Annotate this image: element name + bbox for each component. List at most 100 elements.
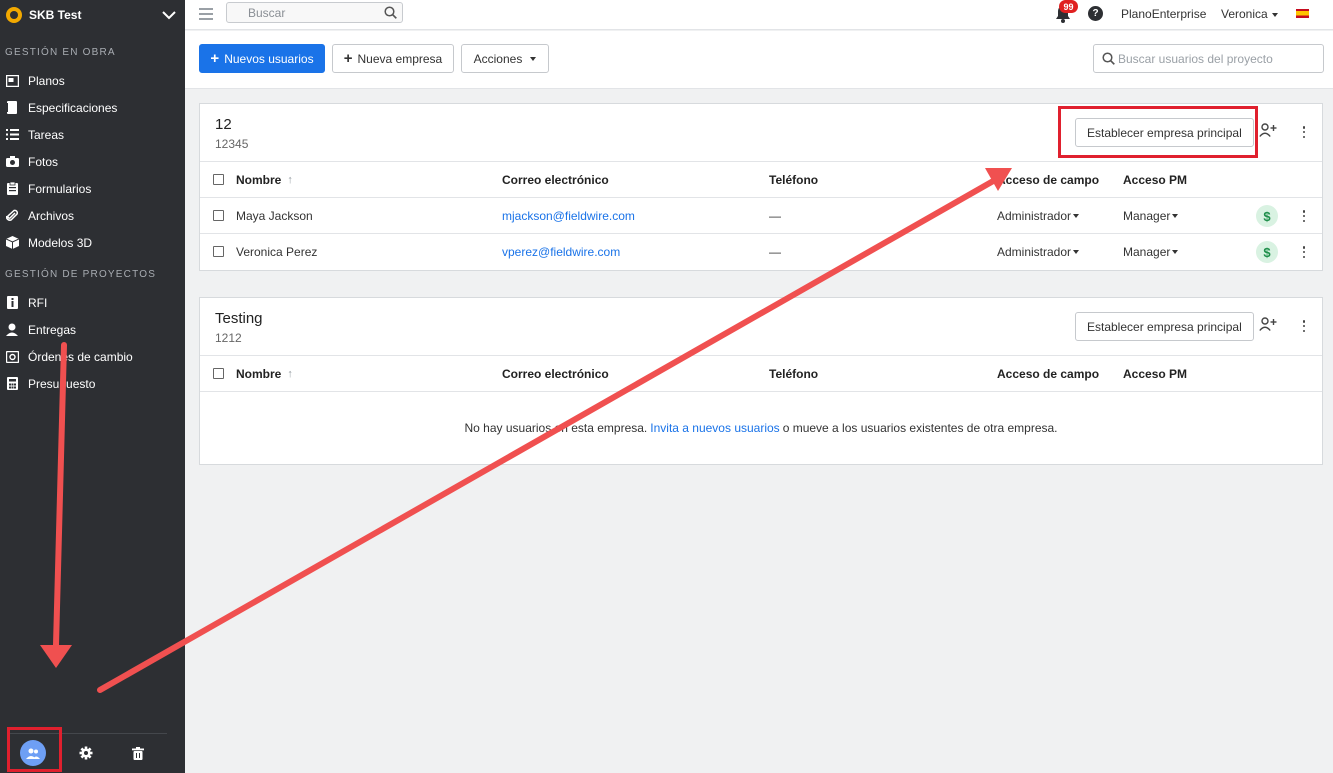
dollar-icon[interactable]: $ [1256,241,1278,263]
hamburger-menu-icon[interactable] [199,8,213,20]
project-name: SKB Test [29,8,82,22]
sort-arrow-up-icon: ↑ [287,174,293,186]
paperclip-icon [5,209,19,223]
user-email-link[interactable]: vperez@fieldwire.com [502,234,620,270]
user-email-link[interactable]: mjackson@fieldwire.com [502,198,635,234]
more-options-icon[interactable] [1299,318,1309,334]
column-header-phone: Teléfono [769,367,819,381]
column-header-name[interactable]: Nombre ↑ [236,356,293,392]
sidebar-item-label: Archivos [28,208,75,223]
dollar-icon[interactable]: $ [1256,205,1278,227]
column-header-name[interactable]: Nombre ↑ [236,162,293,198]
row-checkbox[interactable] [213,246,224,257]
column-header-pm-access: Acceso PM [1123,173,1188,187]
user-name: Veronica Perez [236,245,318,259]
sort-arrow-up-icon: ↑ [287,368,293,380]
more-options-icon[interactable] [1299,244,1309,260]
caret-down-icon [1073,250,1080,254]
sidebar-item-label: Formularios [28,181,92,196]
field-access-dropdown[interactable]: Administrador [997,198,1080,234]
column-label: Nombre [236,367,282,381]
sidebar-item-label: Entregas [28,322,77,337]
sidebar-item-archivos[interactable]: Archivos [0,202,185,229]
sidebar-item-label: Especificaciones [28,100,118,115]
pm-access-value: Manager [1123,245,1171,259]
sidebar-item-planos[interactable]: Planos [0,67,185,94]
actions-dropdown[interactable]: Acciones [461,44,549,73]
new-users-button[interactable]: + Nuevos usuarios [199,44,325,73]
caret-down-icon [530,56,537,61]
add-user-icon[interactable] [1259,317,1279,335]
sidebar-item-formularios[interactable]: Formularios [0,175,185,202]
pm-access-dropdown[interactable]: Manager [1123,234,1179,270]
field-access-value: Administrador [997,209,1072,223]
search-icon[interactable] [384,6,398,20]
pm-access-dropdown[interactable]: Manager [1123,198,1179,234]
sidebar-item-label: Fotos [28,154,59,169]
select-all-checkbox[interactable] [213,368,224,379]
sidebar-item-label: RFI [28,295,48,310]
sidebar-item-fotos[interactable]: Fotos [0,148,185,175]
column-label: Nombre [236,173,282,187]
caret-down-icon [1073,214,1080,218]
spain-flag-icon[interactable] [1296,9,1309,18]
sidebar-item-label: Modelos 3D [28,235,93,250]
tasks-icon [5,128,19,142]
sidebar-item-modelos-3d[interactable]: Modelos 3D [0,229,185,256]
invite-users-link[interactable]: Invita a nuevos usuarios [650,421,779,435]
sidebar-item-entregas[interactable]: Entregas [0,316,185,343]
more-options-icon[interactable] [1299,124,1309,140]
gear-icon[interactable] [73,740,99,766]
user-phone: — [769,209,781,223]
actions-label: Acciones [473,51,523,66]
project-switcher[interactable]: SKB Test [0,0,185,30]
trash-icon[interactable] [125,740,151,766]
sidebar-item-rfi[interactable]: RFI [0,289,185,316]
search-icon [1102,52,1116,66]
field-access-value: Administrador [997,245,1072,259]
sidebar-item-especificaciones[interactable]: Especificaciones [0,94,185,121]
set-main-company-button[interactable]: Establecer empresa principal [1075,312,1254,341]
field-access-dropdown[interactable]: Administrador [997,234,1080,270]
users-toolbar: + Nuevos usuarios + Nueva empresa Acciones [185,31,1333,89]
sidebar-item-tareas[interactable]: Tareas [0,121,185,148]
section-title-field: GESTIÓN EN OBRA [5,46,116,58]
select-all-checkbox[interactable] [213,174,224,185]
set-main-company-button[interactable]: Establecer empresa principal [1075,118,1254,147]
company-header: Testing 1212 Establecer empresa principa… [200,298,1322,356]
row-checkbox[interactable] [213,210,224,221]
plans-icon [5,74,19,88]
sidebar-item-label: Órdenes de cambio [28,349,133,364]
users-icon[interactable] [20,740,46,766]
column-header-pm-access: Acceso PM [1123,367,1188,381]
project-users-search-input[interactable] [1118,45,1323,72]
company-header: 12 12345 Establecer empresa principal [200,104,1322,162]
top-bar: 99 ? PlanoEnterprise Veronica [185,0,1333,30]
project-users-search [1093,44,1324,73]
sidebar-bottom-bar [0,733,185,773]
caret-down-icon [1172,214,1179,218]
more-options-icon[interactable] [1299,208,1309,224]
sidebar-item-presupuesto[interactable]: Presupuesto [0,370,185,397]
pm-access-value: Manager [1123,209,1171,223]
global-search-input[interactable] [227,3,377,22]
add-user-icon[interactable] [1259,123,1279,141]
chevron-down-icon[interactable] [159,5,179,25]
table-header-row: Nombre ↑ Correo electrónico Teléfono Acce… [200,356,1322,392]
column-header-field-access: Acceso de campo [997,173,1100,187]
column-header-phone: Teléfono [769,173,819,187]
column-header-email: Correo electrónico [502,367,609,381]
help-icon[interactable]: ? [1088,6,1103,21]
company-card: 12 12345 Establecer empresa principal No… [199,103,1323,271]
forms-icon [5,182,19,196]
global-search [226,2,403,23]
new-company-button[interactable]: + Nueva empresa [332,44,454,73]
calculator-icon [5,377,19,391]
table-row: Maya Jackson mjackson@fieldwire.com — Ad… [200,198,1322,234]
company-card: Testing 1212 Establecer empresa principa… [199,297,1323,465]
company-name: Testing [215,310,263,327]
caret-down-icon [1271,12,1278,17]
sidebar-item-ordenes-de-cambio[interactable]: Órdenes de cambio [0,343,185,370]
company-code: 1212 [215,331,242,345]
user-menu[interactable]: Veronica [1221,7,1278,21]
